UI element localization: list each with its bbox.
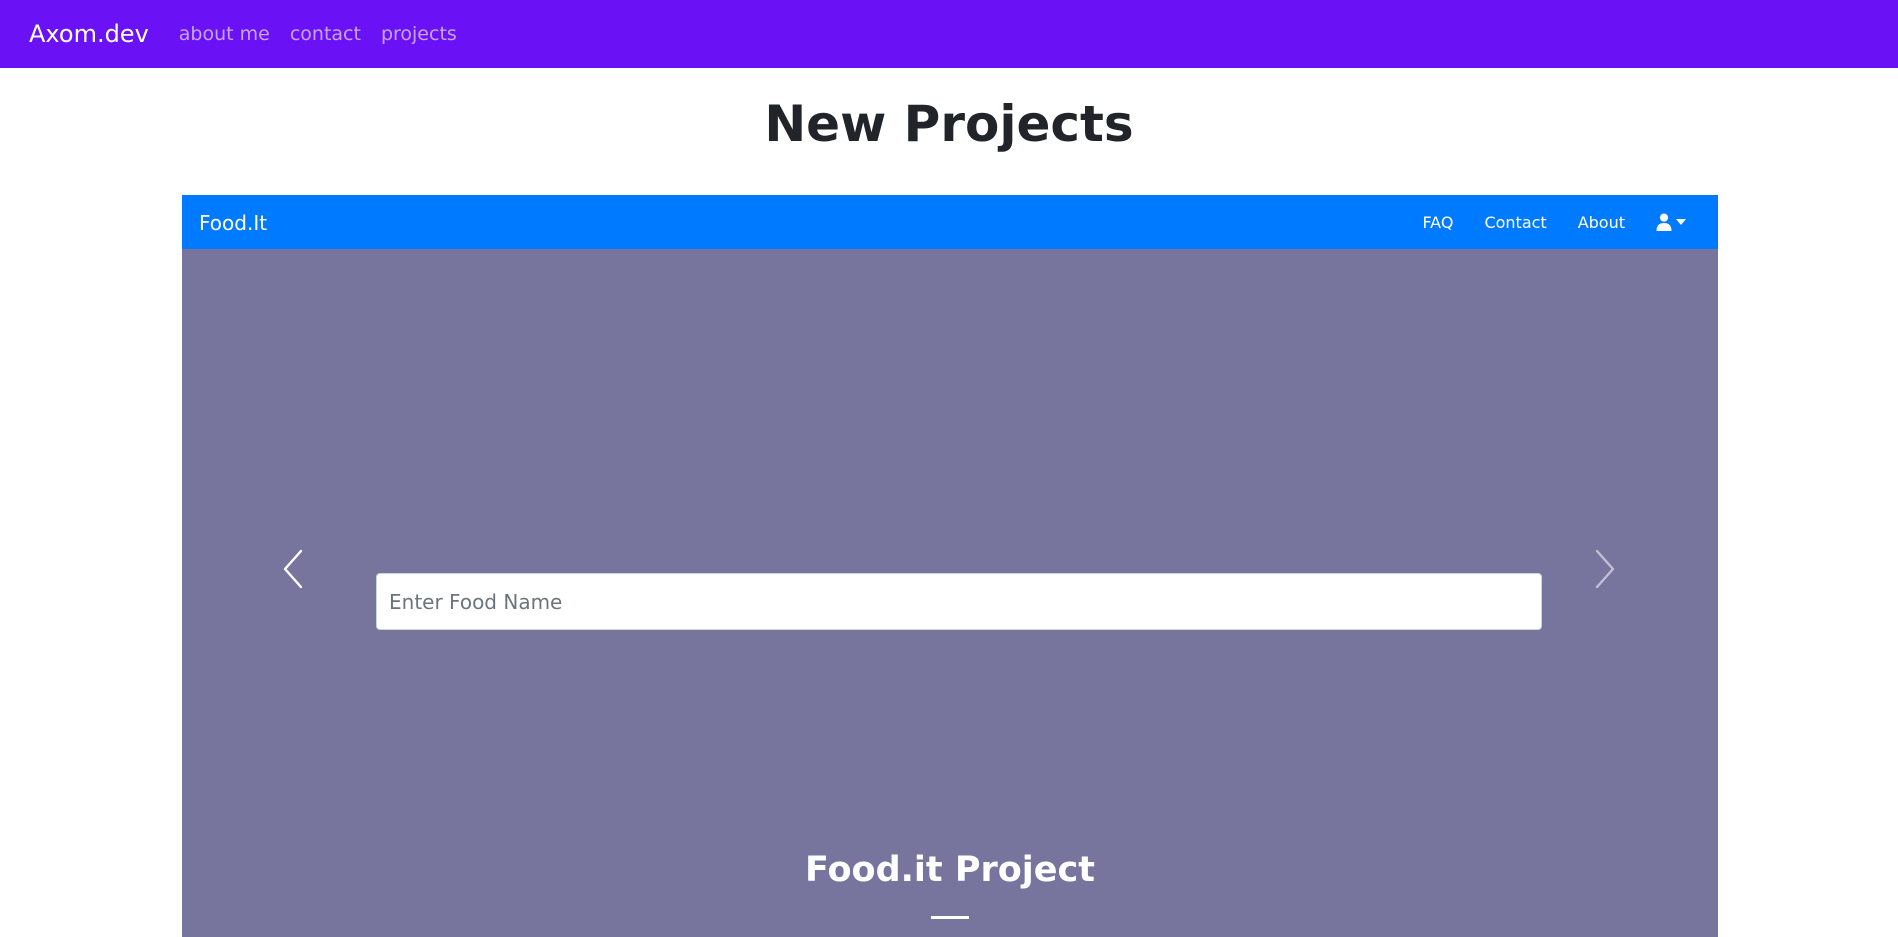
project-nav-faq[interactable]: FAQ — [1422, 213, 1453, 232]
chevron-left-icon[interactable] — [276, 547, 316, 591]
nav-link-about-me[interactable]: about me — [179, 23, 270, 45]
project-brand[interactable]: Food.It — [199, 211, 267, 235]
project-title: Food.it Project — [804, 850, 1095, 890]
chevron-right-icon[interactable] — [1582, 547, 1622, 591]
top-navbar: Axom.dev about me contact projects — [0, 0, 1898, 68]
project-nav-links: FAQ Contact About — [1391, 195, 1686, 249]
chevron-down-icon — [1676, 219, 1686, 225]
site-brand[interactable]: Axom.dev — [29, 20, 149, 48]
project-nav-about[interactable]: About — [1578, 213, 1625, 232]
project-nav-contact[interactable]: Contact — [1484, 213, 1546, 232]
user-icon — [1656, 213, 1672, 231]
food-search-input[interactable] — [376, 573, 1542, 630]
user-menu-toggle[interactable] — [1656, 213, 1686, 231]
project-navbar: Food.It FAQ Contact About — [182, 195, 1718, 249]
page-title: New Projects — [764, 95, 1134, 153]
nav-link-projects[interactable]: projects — [381, 23, 457, 45]
project-preview: Food.It FAQ Contact About Food.it Projec… — [182, 195, 1718, 937]
title-divider — [931, 916, 969, 919]
nav-link-contact[interactable]: contact — [290, 23, 361, 45]
